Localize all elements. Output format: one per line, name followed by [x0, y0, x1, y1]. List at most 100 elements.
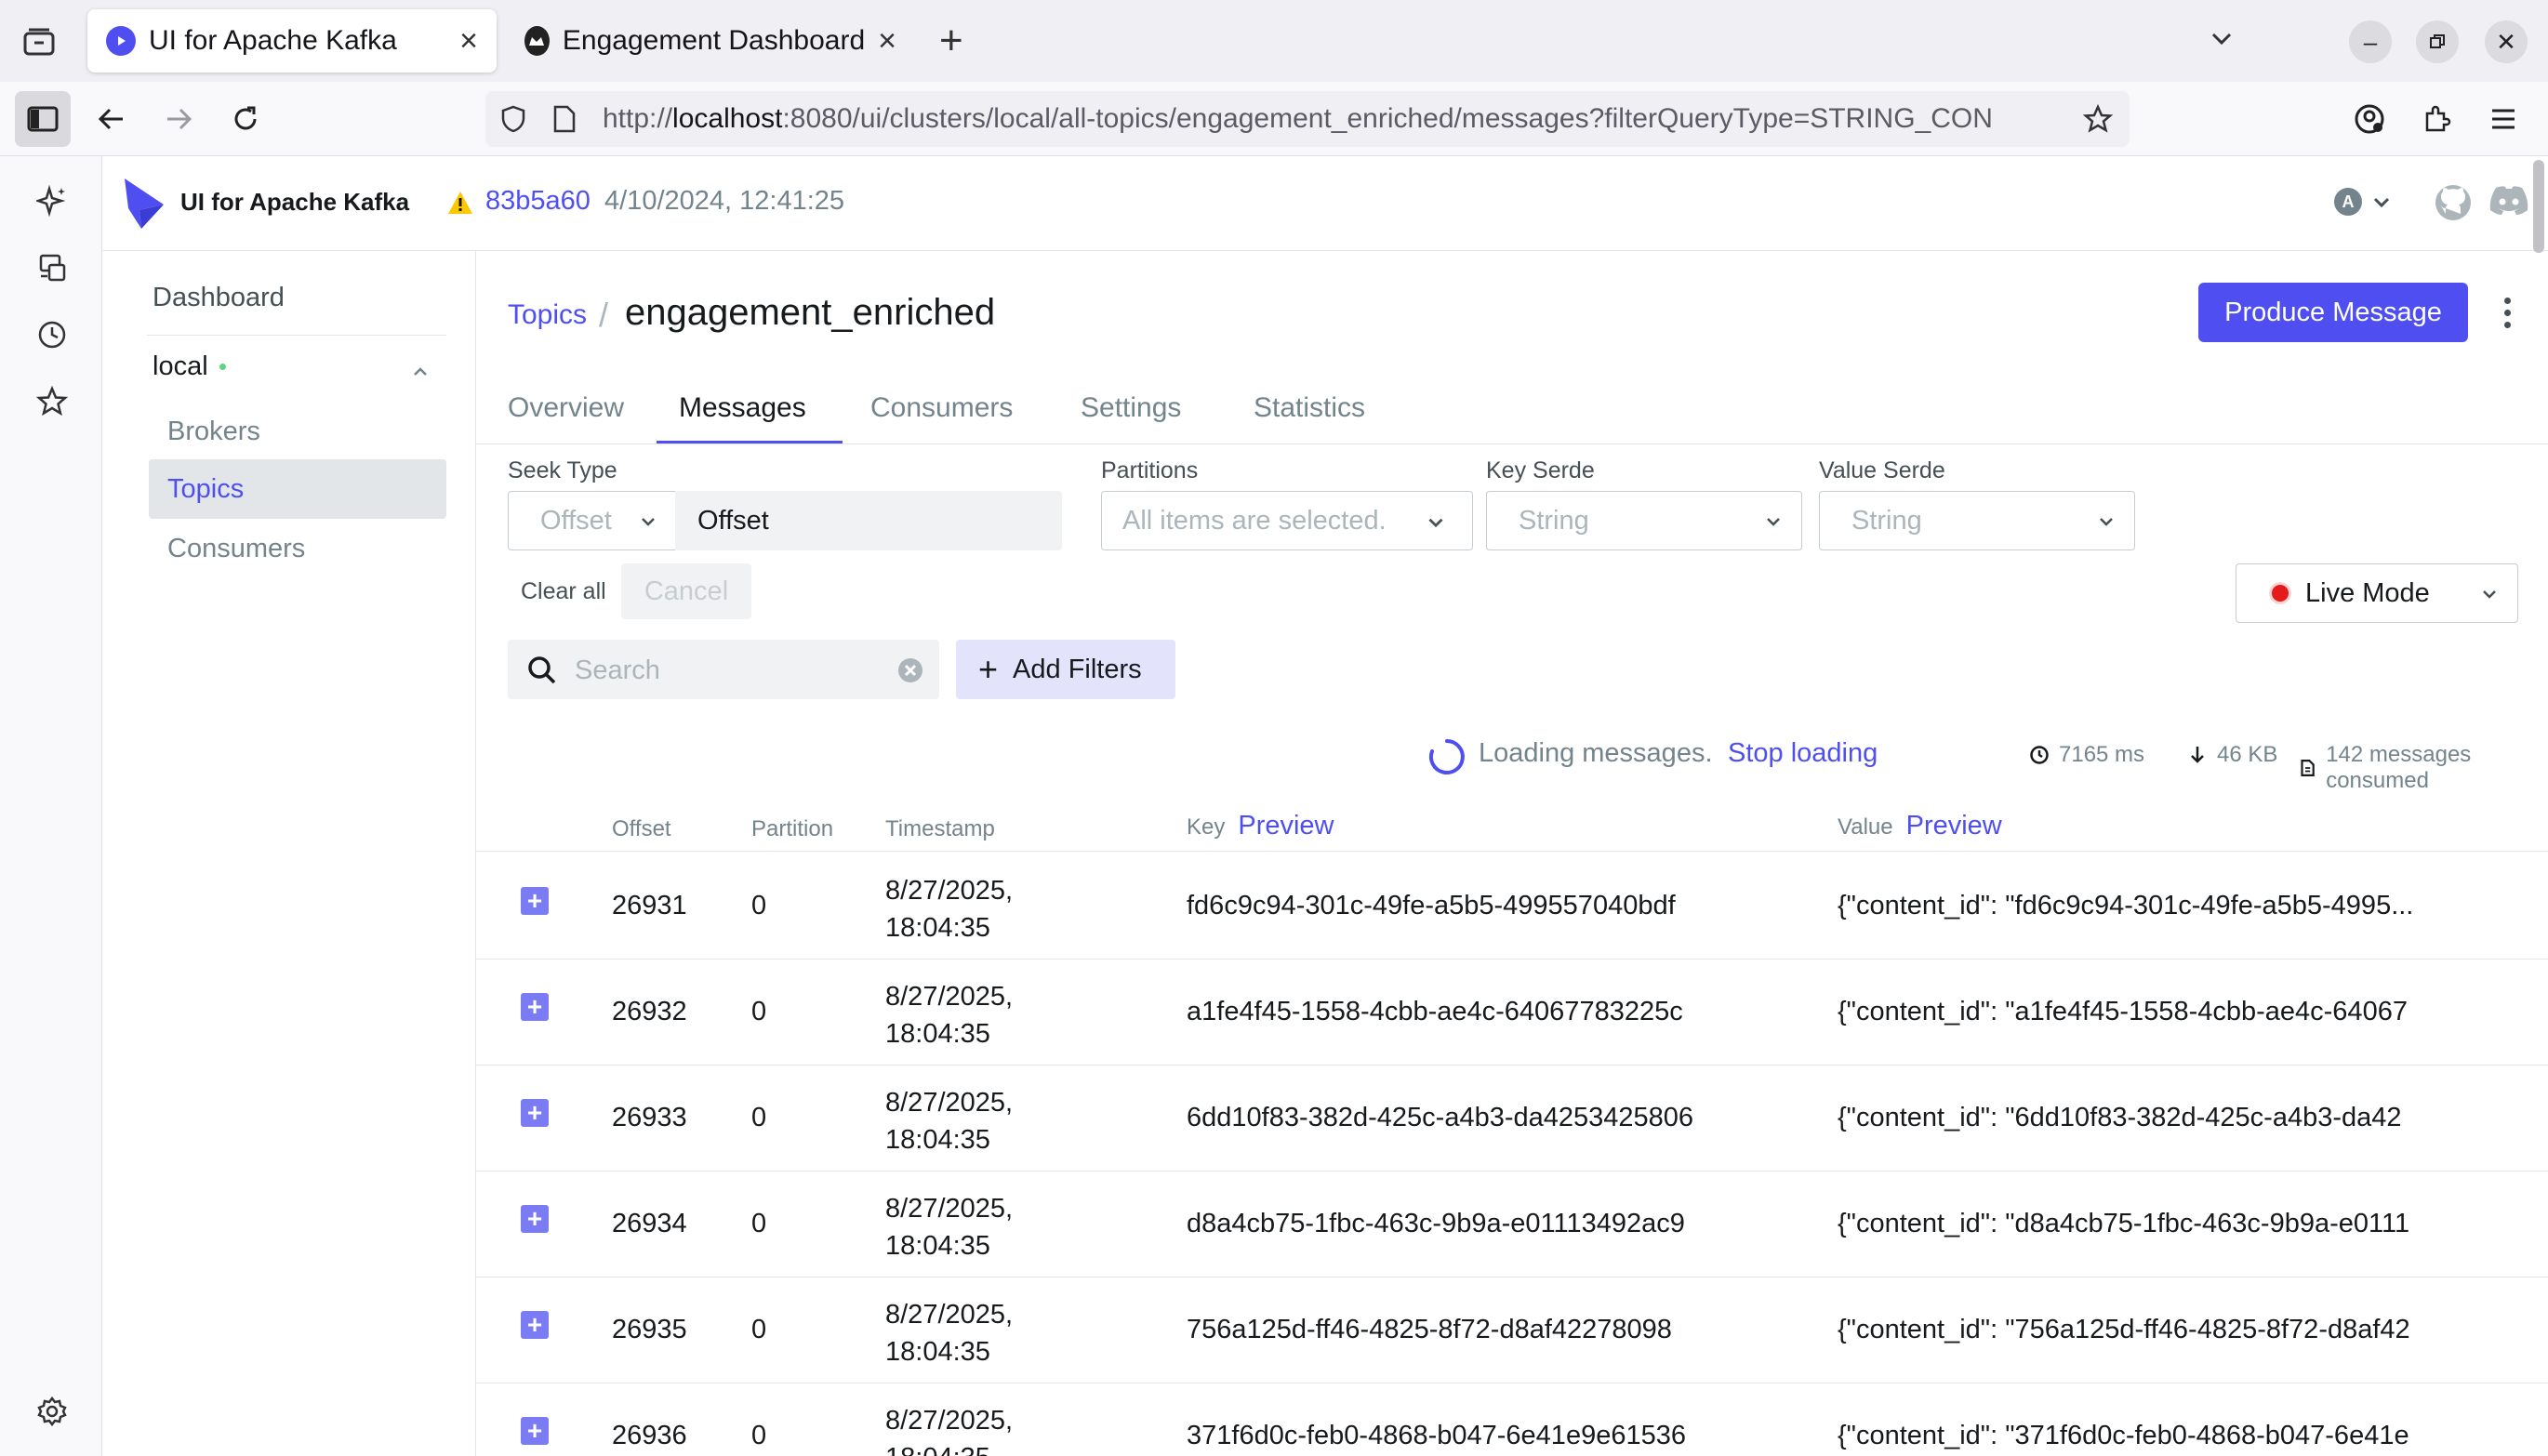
forward-arrow-icon[interactable] — [151, 91, 206, 147]
expand-row-icon[interactable]: + — [521, 1099, 549, 1127]
sidebar-item-cluster[interactable]: local — [153, 351, 226, 382]
cell-key: 371f6d0c-feb0-4868-b047-6e41e9e61536 — [1187, 1421, 1686, 1450]
live-mode-select[interactable]: Live Mode — [2236, 563, 2518, 623]
cell-partition: 0 — [751, 997, 767, 1026]
partitions-select[interactable]: All items are selected. — [1101, 491, 1473, 550]
cell-offset: 26935 — [612, 1315, 687, 1344]
tab-statistics[interactable]: Statistics — [1254, 392, 1365, 424]
app-name[interactable]: UI for Apache Kafka — [180, 188, 409, 217]
loading-status: Loading messages. — [1479, 738, 1713, 768]
sidebar-item-dashboard[interactable]: Dashboard — [153, 283, 285, 313]
offset-input[interactable]: Offset — [675, 491, 1062, 550]
search-input[interactable]: Search — [508, 640, 939, 699]
value-preview-link[interactable]: Preview — [1906, 811, 2002, 841]
back-arrow-icon[interactable] — [84, 91, 139, 147]
page-scrollbar[interactable] — [2533, 160, 2544, 253]
live-indicator-icon — [2272, 585, 2289, 602]
cluster-status-dot — [219, 364, 226, 370]
chevron-down-icon — [642, 518, 655, 526]
messages-consumed: 142 messages consumed — [2299, 742, 2548, 794]
app-sidebar: Dashboard local Brokers Topics Consumers — [102, 251, 476, 1456]
sidebar-item-brokers[interactable]: Brokers — [167, 417, 260, 447]
commit-link[interactable]: 83b5a60 — [485, 186, 591, 217]
value-serde-select[interactable]: String — [1819, 491, 2135, 550]
bookmarks-star-icon[interactable] — [32, 381, 73, 422]
restore-window-icon[interactable] — [2416, 20, 2459, 63]
clear-search-icon[interactable] — [896, 656, 924, 684]
cell-timestamp: 8/27/2025,18:04:35 — [885, 1300, 1014, 1367]
key-serde-label: Key Serde — [1486, 457, 1595, 483]
expand-row-icon[interactable]: + — [521, 887, 549, 915]
history-clock-icon[interactable] — [32, 314, 73, 355]
kafka-logo-icon[interactable] — [121, 177, 167, 235]
cell-timestamp: 8/27/2025,18:04:35 — [885, 1088, 1014, 1155]
new-tab-icon[interactable]: + — [939, 20, 963, 61]
cell-offset: 26933 — [612, 1103, 687, 1132]
add-filters-label: Add Filters — [1013, 654, 1142, 684]
table-row[interactable]: + 26933 0 8/27/2025, 18:04:35 6dd10f83-38… — [476, 1066, 2548, 1171]
table-row[interactable]: + 26936 0 8/27/2025,18:04:35 371f6d0c-fe… — [476, 1383, 2548, 1456]
tab-messages[interactable]: Messages — [679, 392, 806, 424]
chevron-down-icon — [1428, 518, 1443, 528]
expand-row-icon[interactable]: + — [521, 1205, 549, 1233]
expand-row-icon[interactable]: + — [521, 1417, 549, 1445]
menu-hamburger-icon[interactable] — [2475, 91, 2531, 147]
list-all-tabs-icon[interactable] — [2206, 22, 2237, 59]
cancel-button[interactable]: Cancel — [621, 563, 751, 619]
minimize-window-icon[interactable]: – — [2349, 20, 2392, 63]
github-icon[interactable] — [2433, 182, 2474, 228]
main-content: Topics / engagement_enriched Produce Mes… — [476, 251, 2548, 1456]
cluster-name: local — [153, 351, 208, 381]
account-icon[interactable] — [2342, 91, 2397, 147]
sidebar-item-label: Topics — [167, 474, 245, 504]
key-preview-link[interactable]: Preview — [1238, 811, 1334, 841]
url-text[interactable]: http://localhost:8080/ui/clusters/local/… — [603, 91, 2063, 147]
tab-overview-icon[interactable] — [13, 20, 65, 63]
sidebar-item-consumers[interactable]: Consumers — [167, 534, 305, 564]
key-serde-select[interactable]: String — [1486, 491, 1802, 550]
avatar: A — [2334, 188, 2362, 216]
tab-consumers[interactable]: Consumers — [870, 392, 1013, 424]
sidebar-toggle-icon[interactable] — [15, 91, 71, 147]
browser-tab-kafka[interactable]: UI for Apache Kafka × — [87, 9, 497, 73]
stop-loading-link[interactable]: Stop loading — [1728, 738, 1878, 769]
expand-row-icon[interactable]: + — [521, 993, 549, 1021]
bookmark-star-icon[interactable] — [2082, 103, 2114, 139]
table-row[interactable]: + 26931 0 8/27/2025, 18:04:35 fd6c9c94-30… — [476, 854, 2548, 960]
cell-key: 6dd10f83-382d-425c-a4b3-da4253425806 — [1187, 1103, 1694, 1132]
discord-icon[interactable] — [2488, 184, 2529, 222]
table-row[interactable]: + 26935 0 8/27/2025, 18:04:35 756a125d-ff… — [476, 1277, 2548, 1383]
url-bar[interactable]: http://localhost:8080/ui/clusters/local/… — [485, 91, 2130, 147]
chevron-up-icon[interactable] — [409, 361, 431, 388]
chevron-down-icon — [2483, 590, 2496, 599]
seek-type-label: Seek Type — [508, 457, 617, 483]
close-tab-icon[interactable]: × — [459, 23, 478, 60]
cell-offset: 26936 — [612, 1421, 687, 1450]
close-tab-icon[interactable]: × — [878, 23, 896, 60]
browser-tab-engagement[interactable]: Engagement Dashboard × — [506, 9, 915, 73]
shield-icon[interactable] — [498, 104, 528, 139]
tab-settings[interactable]: Settings — [1081, 392, 1181, 424]
app-header: UI for Apache Kafka 83b5a60 4/10/2024, 1… — [102, 156, 2548, 253]
close-window-icon[interactable]: ✕ — [2485, 20, 2528, 63]
user-menu[interactable]: A — [2334, 188, 2394, 216]
add-filters-button[interactable]: + Add Filters — [956, 640, 1175, 699]
reload-icon[interactable] — [218, 91, 273, 147]
tab-overview[interactable]: Overview — [508, 392, 624, 424]
synced-tabs-icon[interactable] — [32, 247, 73, 288]
extensions-icon[interactable] — [2409, 91, 2464, 147]
breadcrumb-topics[interactable]: Topics — [508, 299, 587, 331]
table-row[interactable]: + 26932 0 8/27/2025, 18:04:35 a1fe4f45-15… — [476, 960, 2548, 1066]
settings-gear-icon[interactable] — [32, 1391, 73, 1432]
produce-message-button[interactable]: Produce Message — [2198, 283, 2468, 342]
sidebar-item-topics[interactable]: Topics — [149, 459, 446, 519]
expand-row-icon[interactable]: + — [521, 1311, 549, 1339]
clear-all-button[interactable]: Clear all — [521, 578, 606, 605]
ai-sparkle-icon[interactable] — [32, 180, 73, 221]
loading-spinner-icon — [1427, 736, 1467, 782]
elapsed-time-value: 7165 ms — [2059, 742, 2145, 767]
cell-key: 756a125d-ff46-4825-8f72-d8af42278098 — [1187, 1315, 1672, 1344]
more-options-icon[interactable] — [2498, 298, 2516, 328]
table-row[interactable]: + 26934 0 8/27/2025, 18:04:35 d8a4cb75-1f… — [476, 1171, 2548, 1277]
seek-type-select[interactable]: Offset — [508, 491, 677, 550]
